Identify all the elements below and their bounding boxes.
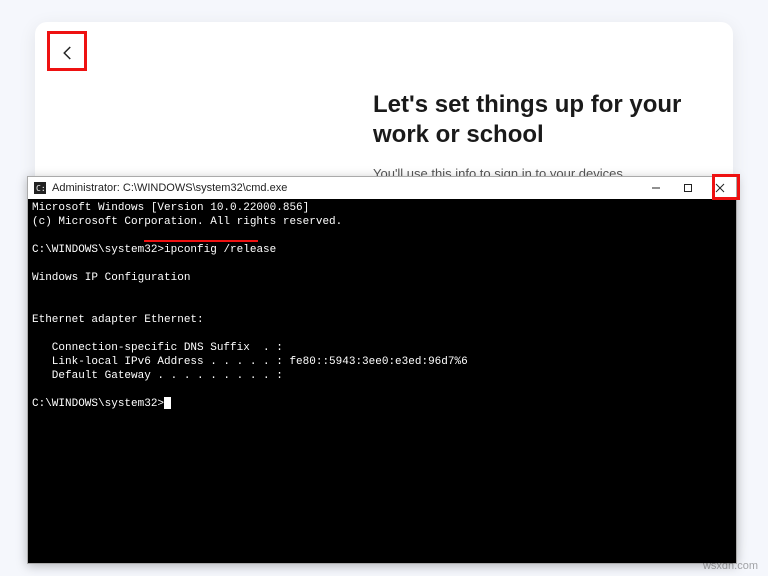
terminal-cursor: [164, 397, 171, 409]
svg-text:C:: C:: [36, 184, 46, 193]
window-controls: [640, 177, 736, 199]
maximize-icon: [683, 183, 693, 193]
terminal-command: ipconfig /release: [164, 244, 276, 256]
titlebar[interactable]: C: Administrator: C:\WINDOWS\system32\cm…: [28, 177, 736, 199]
close-icon: [715, 183, 725, 193]
terminal-line: Default Gateway . . . . . . . . . :: [32, 370, 283, 382]
cmd-window: C: Administrator: C:\WINDOWS\system32\cm…: [27, 176, 737, 564]
maximize-button[interactable]: [672, 177, 704, 199]
window-title: Administrator: C:\WINDOWS\system32\cmd.e…: [52, 182, 640, 194]
terminal-line: Connection-specific DNS Suffix . :: [32, 342, 283, 354]
minimize-button[interactable]: [640, 177, 672, 199]
close-button[interactable]: [704, 177, 736, 199]
terminal-prompt: C:\WINDOWS\system32>: [32, 244, 164, 256]
terminal-line: Microsoft Windows [Version 10.0.22000.85…: [32, 202, 309, 214]
cmd-icon: C:: [33, 181, 47, 195]
terminal-line: (c) Microsoft Corporation. All rights re…: [32, 216, 342, 228]
back-button[interactable]: [51, 36, 85, 70]
terminal-output[interactable]: Microsoft Windows [Version 10.0.22000.85…: [28, 199, 736, 563]
oobe-content: Let's set things up for your work or sch…: [373, 90, 693, 181]
terminal-line: Link-local IPv6 Address . . . . . : fe80…: [32, 356, 468, 368]
page-title: Let's set things up for your work or sch…: [373, 90, 693, 150]
arrow-left-icon: [59, 44, 77, 62]
watermark: wsxdn.com: [703, 560, 758, 572]
terminal-line: Ethernet adapter Ethernet:: [32, 314, 204, 326]
terminal-line: Windows IP Configuration: [32, 272, 190, 284]
terminal-prompt: C:\WINDOWS\system32>: [32, 398, 164, 410]
minimize-icon: [651, 183, 661, 193]
